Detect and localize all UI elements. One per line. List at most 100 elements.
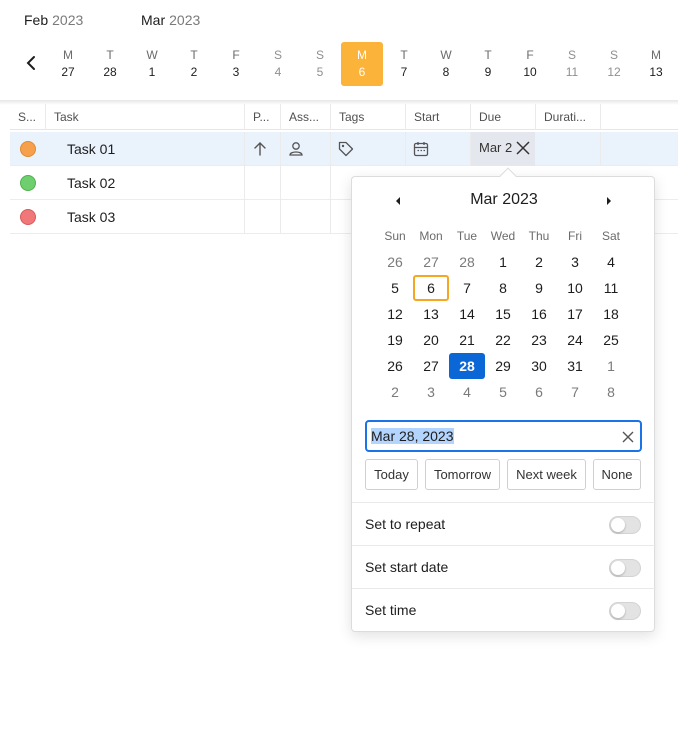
- calendar-day[interactable]: 1: [485, 249, 521, 275]
- tag-icon[interactable]: [337, 140, 355, 158]
- column-status[interactable]: S...: [10, 104, 46, 130]
- calendar-day[interactable]: 6: [413, 275, 449, 301]
- calendar-day[interactable]: 13: [413, 301, 449, 327]
- calendar-day[interactable]: 2: [521, 249, 557, 275]
- status-icon[interactable]: [20, 141, 36, 157]
- calendar-day[interactable]: 27: [413, 353, 449, 379]
- calendar-day[interactable]: 26: [377, 249, 413, 275]
- timeline-day[interactable]: S4: [257, 42, 299, 86]
- timeline-day[interactable]: F3: [215, 42, 257, 86]
- caret-right-icon[interactable]: [599, 191, 619, 211]
- timeline-day-number: 1: [148, 65, 156, 79]
- timeline-day[interactable]: T7: [383, 42, 425, 86]
- calendar-day[interactable]: 15: [485, 301, 521, 327]
- timeline-day[interactable]: W1: [131, 42, 173, 86]
- calendar-day[interactable]: 19: [377, 327, 413, 353]
- status-icon[interactable]: [20, 175, 36, 191]
- calendar-day[interactable]: 3: [413, 379, 449, 405]
- calendar-day[interactable]: 7: [557, 379, 593, 405]
- status-icon[interactable]: [20, 209, 36, 225]
- calendar-day[interactable]: 29: [485, 353, 521, 379]
- calendar-day[interactable]: 30: [521, 353, 557, 379]
- calendar-day[interactable]: 18: [593, 301, 629, 327]
- timeline-day[interactable]: W8: [425, 42, 467, 86]
- calendar-day[interactable]: 21: [449, 327, 485, 353]
- calendar-week: 5 6 7 8 9 10 11: [377, 275, 629, 301]
- calendar-day[interactable]: 12: [377, 301, 413, 327]
- calendar-day[interactable]: 1: [593, 353, 629, 379]
- column-assignee[interactable]: Ass...: [281, 104, 331, 130]
- calendar-day[interactable]: 22: [485, 327, 521, 353]
- timeline-day[interactable]: T 28: [89, 42, 131, 86]
- task-name[interactable]: Task 02: [67, 166, 115, 200]
- timeline-day[interactable]: M 13: [635, 42, 677, 86]
- calendar-day[interactable]: 24: [557, 327, 593, 353]
- timeline-day-number: 3: [232, 65, 240, 79]
- calendar-day[interactable]: 5: [377, 275, 413, 301]
- calendar-day[interactable]: 14: [449, 301, 485, 327]
- timeline-day[interactable]: S5: [299, 42, 341, 86]
- calendar-day[interactable]: 2: [377, 379, 413, 405]
- timeline-day[interactable]: M6: [341, 42, 383, 86]
- date-input[interactable]: Mar 28, 2023: [365, 420, 642, 452]
- calendar-icon[interactable]: [412, 140, 430, 158]
- next-week-button[interactable]: Next week: [507, 459, 586, 490]
- timeline-day[interactable]: F 10: [509, 42, 551, 86]
- timeline-day[interactable]: M 27: [47, 42, 89, 86]
- timeline-day[interactable]: S 12: [593, 42, 635, 86]
- calendar-day[interactable]: 28: [449, 249, 485, 275]
- calendar-day[interactable]: 4: [593, 249, 629, 275]
- calendar-day[interactable]: 10: [557, 275, 593, 301]
- calendar-day[interactable]: 25: [593, 327, 629, 353]
- timeline-day-number: 6: [358, 65, 366, 79]
- column-duration[interactable]: Durati...: [536, 104, 601, 130]
- calendar-day[interactable]: 6: [521, 379, 557, 405]
- calendar-week: 19 20 21 22 23 24 25: [377, 327, 629, 353]
- calendar-grid: Sun Mon Tue Wed Thu Fri Sat 26 27 28 1 2 3 4 5 6 7 8 9 10 1…: [377, 229, 629, 405]
- person-icon[interactable]: [287, 140, 305, 158]
- column-priority[interactable]: P...: [245, 104, 281, 130]
- repeat-toggle[interactable]: [609, 516, 641, 534]
- task-name[interactable]: Task 01: [67, 132, 115, 166]
- arrow-up-icon[interactable]: [251, 140, 269, 158]
- calendar-day[interactable]: 27: [413, 249, 449, 275]
- calendar-day[interactable]: 5: [485, 379, 521, 405]
- task-name[interactable]: Task 03: [67, 200, 115, 234]
- calendar-day[interactable]: 11: [593, 275, 629, 301]
- calendar-day[interactable]: 28: [449, 353, 485, 379]
- weekday-label: Wed: [490, 229, 516, 243]
- due-cell[interactable]: Mar 2: [471, 132, 535, 166]
- none-button[interactable]: None: [593, 459, 641, 490]
- column-due[interactable]: Due: [471, 104, 536, 130]
- calendar-week: 26 27 28 29 30 31 1: [377, 353, 629, 379]
- column-task[interactable]: Task: [46, 104, 245, 130]
- calendar-day[interactable]: 26: [377, 353, 413, 379]
- month-year: 2023: [169, 12, 201, 28]
- calendar-day[interactable]: 31: [557, 353, 593, 379]
- timeline-day[interactable]: T2: [173, 42, 215, 86]
- calendar-day[interactable]: 20: [413, 327, 449, 353]
- calendar-day[interactable]: 8: [593, 379, 629, 405]
- chevron-left-icon[interactable]: [18, 50, 44, 76]
- close-icon[interactable]: [620, 429, 636, 445]
- today-button[interactable]: Today: [365, 459, 418, 490]
- calendar-day[interactable]: 23: [521, 327, 557, 353]
- calendar-day[interactable]: 17: [557, 301, 593, 327]
- weekday-label: Tue: [456, 229, 478, 243]
- column-tags[interactable]: Tags: [331, 104, 406, 130]
- column-start[interactable]: Start: [406, 104, 471, 130]
- calendar-day[interactable]: 3: [557, 249, 593, 275]
- timeline-day[interactable]: T9: [467, 42, 509, 86]
- table-row[interactable]: Task 01 Mar 2: [10, 132, 678, 166]
- time-toggle[interactable]: [609, 602, 641, 620]
- calendar-day[interactable]: 7: [449, 275, 485, 301]
- timeline-day-number: 7: [400, 65, 408, 79]
- timeline-day[interactable]: S 11: [551, 42, 593, 86]
- calendar-day[interactable]: 9: [521, 275, 557, 301]
- start-date-toggle[interactable]: [609, 559, 641, 577]
- tomorrow-button[interactable]: Tomorrow: [425, 459, 500, 490]
- calendar-day[interactable]: 16: [521, 301, 557, 327]
- calendar-day[interactable]: 4: [449, 379, 485, 405]
- close-icon[interactable]: [515, 140, 531, 156]
- calendar-day[interactable]: 8: [485, 275, 521, 301]
